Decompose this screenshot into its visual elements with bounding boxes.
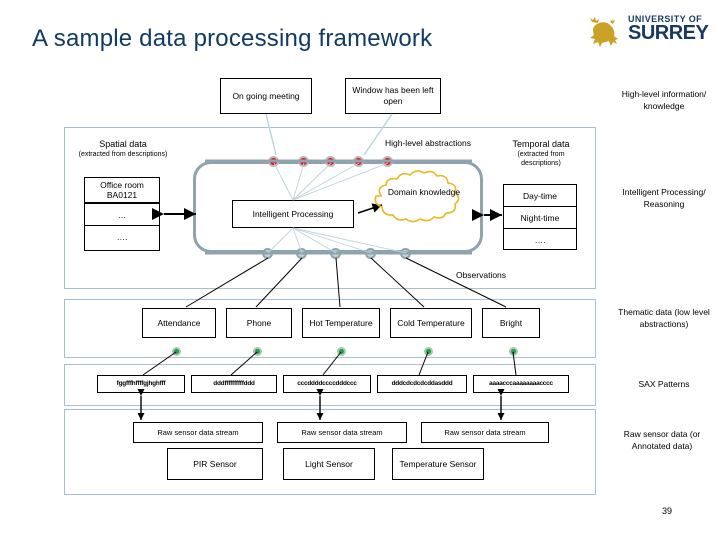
sax-pattern-box-2[interactable]: dddffffffffffddd [191, 375, 277, 393]
abstraction-dot [298, 156, 309, 167]
sax-text: cccddddccccdddccc [297, 380, 357, 387]
thematic-dot [424, 347, 433, 356]
observation-dot [262, 248, 273, 259]
thematic-box-bright[interactable]: Bright [482, 308, 540, 338]
side-label-high-level-information: High-level information/ knowledge [621, 89, 707, 111]
table-row: … [85, 204, 159, 226]
side-label-intelligent-processing: Intelligent Processing/ Reasoning [622, 187, 706, 209]
side-label-raw-sensor-data: Raw sensor data (or Annotated data) [623, 429, 701, 451]
sax-text: dddcdcdcdcddasddd [391, 380, 453, 387]
sensor-box-pir[interactable]: PIR Sensor [167, 448, 263, 480]
intelligent-processing-box[interactable]: Intelligent Processing [232, 200, 354, 228]
box-text: Phone [246, 317, 272, 328]
temporal-data-table: Day-time Night-time …. [503, 184, 577, 250]
observation-dot [365, 248, 376, 259]
box-text: Raw sensor data stream [301, 428, 383, 437]
observation-dot [330, 248, 341, 259]
sax-pattern-box-4[interactable]: dddcdcdcdcddasddd [377, 375, 467, 393]
sax-text: dddffffffffffddd [213, 380, 255, 387]
thematic-box-hot-temperature[interactable]: Hot Temperature [302, 308, 380, 338]
domain-knowledge-label: Domain knowledge [387, 187, 461, 197]
spatial-data-table: Office room BA0121 … …. [84, 177, 160, 251]
thematic-dot [509, 347, 518, 356]
cell-text: … [117, 209, 127, 220]
raw-stream-box-1[interactable]: Raw sensor data stream [133, 422, 263, 443]
box-text: Attendance [157, 317, 201, 328]
box-text: Raw sensor data stream [157, 428, 239, 437]
sensor-box-temperature[interactable]: Temperature Sensor [392, 448, 484, 480]
observations-label: Observations [455, 270, 507, 280]
sax-pattern-box-5[interactable]: aaaacccaaaaaaaacccc [473, 375, 569, 393]
university-logo: UNIVERSITY OF SURREY [582, 12, 712, 54]
box-text: Hot Temperature [309, 317, 373, 328]
callout-window-left-open[interactable]: Window has been left open [345, 78, 441, 114]
abstraction-dot [382, 156, 393, 167]
cell-text: Office room BA0121 [100, 180, 144, 200]
table-row: Office room BA0121 [85, 178, 159, 204]
spatial-data-subtitle: (extracted from descriptions) [78, 151, 168, 158]
temporal-data-subtitle: (extracted from descriptions) [517, 151, 565, 167]
table-row: …. [504, 229, 576, 251]
logo-line-2: SURREY [628, 22, 709, 44]
thematic-box-phone[interactable]: Phone [226, 308, 292, 338]
sensor-box-light[interactable]: Light Sensor [283, 448, 375, 480]
box-text: Bright [499, 317, 523, 328]
thematic-box-attendance[interactable]: Attendance [142, 308, 216, 338]
table-row: …. [85, 226, 159, 248]
cell-text: …. [116, 232, 128, 242]
sax-text: fggfffhffffgjhghfff [116, 380, 166, 387]
box-text: Light Sensor [305, 458, 353, 469]
raw-stream-box-2[interactable]: Raw sensor data stream [277, 422, 407, 443]
callout-text: On going meeting [232, 90, 300, 101]
abstraction-dot [325, 156, 336, 167]
box-text: Intelligent Processing [252, 208, 334, 219]
side-label-thematic-data: Thematic data (low level abstractions) [618, 307, 710, 329]
sax-pattern-box-1[interactable]: fggfffhffffgjhghfff [97, 375, 185, 393]
sax-text: aaaacccaaaaaaaacccc [489, 380, 553, 387]
observation-dot [400, 248, 411, 259]
table-row: Night-time [504, 207, 576, 229]
abstraction-dot [353, 156, 364, 167]
thematic-dot [337, 347, 346, 356]
table-row: Day-time [504, 185, 576, 207]
callout-on-going-meeting[interactable]: On going meeting [220, 78, 312, 114]
page-title: A sample data processing framework [32, 25, 433, 52]
side-label-sax-patterns: SAX Patterns [638, 379, 690, 389]
observation-dot [296, 248, 307, 259]
abstraction-dot [268, 156, 279, 167]
temporal-data-title: Temporal data [512, 139, 570, 149]
stag-icon [590, 17, 618, 47]
slide-canvas: A sample data processing framework UNIVE… [0, 0, 720, 540]
thematic-dot [172, 347, 181, 356]
cell-text: Day-time [522, 190, 557, 201]
box-text: PIR Sensor [193, 458, 237, 469]
thematic-dot [253, 347, 262, 356]
page-number: 39 [661, 506, 672, 516]
raw-stream-box-3[interactable]: Raw sensor data stream [421, 422, 549, 443]
cell-text: …. [534, 235, 546, 245]
box-text: Raw sensor data stream [444, 428, 526, 437]
thematic-box-cold-temperature[interactable]: Cold Temperature [390, 308, 472, 338]
high-level-abstractions-label: High-level abstractions [385, 138, 471, 148]
callout-text: Window has been left open [352, 85, 434, 106]
sax-pattern-box-3[interactable]: cccddddccccdddccc [283, 375, 371, 393]
box-text: Temperature Sensor [399, 458, 477, 469]
cell-text: Night-time [520, 212, 560, 223]
spatial-data-title: Spatial data [99, 139, 147, 149]
box-text: Cold Temperature [397, 317, 465, 328]
